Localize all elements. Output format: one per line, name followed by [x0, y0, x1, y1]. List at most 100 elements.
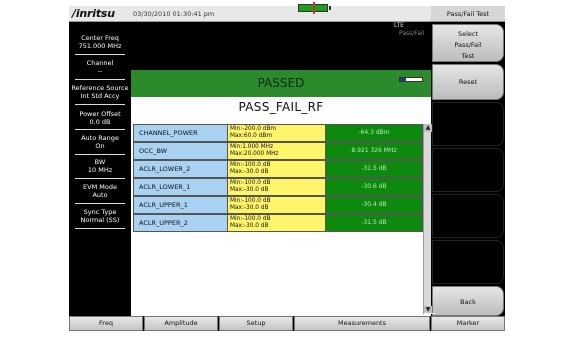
limits-cell: Min:-200.0 dBm Max:60.0 dBm: [228, 125, 326, 141]
param-label: Channel: [86, 59, 114, 67]
measured-value: -31.5 dB: [326, 161, 422, 177]
divider: [75, 104, 125, 105]
select-line-3: Test: [461, 52, 475, 60]
table-row[interactable]: ACLR_LOWER_2 Min:-100.0 dB Max:-30.0 dB …: [133, 160, 423, 178]
datetime: 03/30/2010 01:30:41 pm: [133, 10, 215, 18]
table-row[interactable]: ACLR_UPPER_1 Min:-100.0 dB Max:-30.0 dB …: [133, 196, 423, 214]
min-limit: Min:-200.0 dBm: [230, 125, 277, 132]
limits-cell: Min:1.000 MHz Max:20.000 MHz: [228, 143, 326, 159]
param-center-freq: Center Freq 751.000 MHz: [71, 34, 129, 50]
measured-value: -30.4 dB: [326, 197, 422, 213]
tab-marker[interactable]: Marker: [431, 316, 505, 331]
measured-value: -31.5 dB: [326, 215, 422, 231]
param-value: 10 MHz: [87, 166, 113, 174]
empty-softkey-2[interactable]: [432, 148, 504, 192]
reset-button[interactable]: Reset: [432, 64, 504, 100]
divider: [75, 228, 125, 229]
measured-value: 8.921 326 MHz: [326, 143, 422, 159]
select-line-2: Pass/Fail: [454, 41, 482, 49]
min-limit: Min:-100.0 dB: [230, 161, 271, 168]
param-channel: Channel --: [71, 59, 129, 75]
max-limit: Max:60.0 dBm: [230, 133, 272, 139]
max-limit: Max:-30.0 dB: [230, 187, 269, 193]
back-button[interactable]: Back: [432, 286, 504, 316]
measured-value: -64.3 dBm: [326, 125, 422, 141]
param-power-offset: Power Offset 0.0 dB: [71, 110, 129, 126]
param-label: Reference Source: [71, 84, 129, 92]
parameter-panel: Center Freq 751.000 MHz Channel -- Refer…: [69, 22, 131, 316]
softkey-panel: Pass/Fail Test Select Pass/Fail Test Res…: [431, 6, 505, 316]
brand-logo: /inritsu: [72, 7, 115, 20]
min-limit: Min:-100.0 dB: [230, 179, 271, 186]
menu-title: Pass/Fail Test: [431, 6, 505, 22]
min-limit: Min:-100.0 dB: [230, 215, 271, 222]
max-limit: Max:-30.0 dB: [230, 205, 269, 211]
param-reference-source: Reference Source Int Std Accy: [71, 84, 129, 100]
max-limit: Max:20.000 MHz: [230, 151, 279, 157]
measurement-name: OCC_BW: [134, 143, 228, 159]
table-row[interactable]: OCC_BW Min:1.000 MHz Max:20.000 MHz 8.92…: [133, 142, 423, 160]
charging-icon: [311, 2, 317, 14]
param-sync-type: Sync Type Normal (SS): [71, 208, 129, 224]
param-bw: BW 10 MHz: [71, 158, 129, 174]
divider: [75, 178, 125, 179]
table-scrollbar[interactable]: ▲ ▼: [423, 124, 432, 314]
max-limit: Max:-30.0 dB: [230, 223, 269, 229]
limits-cell: Min:-100.0 dB Max:-30.0 dB: [228, 197, 326, 213]
measured-value: -30.6 dB: [326, 179, 422, 195]
param-value: 751.000 MHz: [78, 42, 122, 50]
param-auto-range: Auto Range On: [71, 134, 129, 150]
min-limit: Min:-100.0 dB: [230, 197, 271, 204]
empty-softkey-4[interactable]: [432, 240, 504, 284]
divider: [75, 154, 125, 155]
sweep-indicator-icon: [399, 77, 423, 82]
test-name: PASS_FAIL_RF: [238, 100, 324, 114]
measurement-name: ACLR_LOWER_1: [134, 179, 228, 195]
param-label: Power Offset: [79, 110, 121, 118]
param-value: 0.0 dB: [89, 118, 111, 126]
title-bar: /inritsu 03/30/2010 01:30:41 pm: [69, 6, 431, 22]
divider: [75, 79, 125, 80]
param-value: Normal (SS): [80, 216, 120, 224]
measurement-name: ACLR_UPPER_2: [134, 215, 228, 231]
scroll-up-icon[interactable]: ▲: [424, 124, 432, 132]
results-area: PASS_FAIL_RF CHANNEL_POWER Min:-200.0 dB…: [131, 97, 432, 316]
tab-setup[interactable]: Setup: [219, 316, 293, 331]
param-value: On: [95, 142, 105, 150]
param-label: EVM Mode: [83, 183, 117, 191]
tab-amplitude[interactable]: Amplitude: [144, 316, 218, 331]
param-label: Center Freq: [81, 34, 119, 42]
divider: [75, 129, 125, 130]
param-value: Auto: [92, 191, 108, 199]
battery-tip: [329, 6, 331, 10]
status-text: PASSED: [257, 76, 305, 90]
measurement-name: CHANNEL_POWER: [134, 125, 228, 141]
param-value: Int Std Accy: [80, 92, 120, 100]
max-limit: Max:-30.0 dB: [230, 169, 269, 175]
empty-softkey-3[interactable]: [432, 194, 504, 238]
divider: [75, 54, 125, 55]
measurement-name: ACLR_UPPER_1: [134, 197, 228, 213]
param-label: Sync Type: [83, 208, 117, 216]
tab-freq[interactable]: Freq: [69, 316, 143, 331]
mode-label: LTE: [394, 22, 404, 29]
table-row[interactable]: ACLR_LOWER_1 Min:-100.0 dB Max:-30.0 dB …: [133, 178, 423, 196]
table-row[interactable]: ACLR_UPPER_2 Min:-100.0 dB Max:-30.0 dB …: [133, 214, 423, 232]
main-menu-bar: Freq Amplitude Setup Measurements Marker: [69, 316, 505, 331]
limits-cell: Min:-100.0 dB Max:-30.0 dB: [228, 215, 326, 231]
param-label: BW: [94, 158, 106, 166]
select-line-1: Select: [457, 30, 479, 38]
empty-softkey-1[interactable]: [432, 102, 504, 146]
limits-cell: Min:-100.0 dB Max:-30.0 dB: [228, 179, 326, 195]
param-label: Auto Range: [81, 134, 119, 142]
submode-label: Pass/Fail: [399, 30, 425, 37]
table-row[interactable]: CHANNEL_POWER Min:-200.0 dBm Max:60.0 dB…: [133, 124, 423, 142]
tab-measurements[interactable]: Measurements: [294, 316, 430, 331]
param-evm-mode: EVM Mode Auto: [71, 183, 129, 199]
measurement-name: ACLR_LOWER_2: [134, 161, 228, 177]
limits-cell: Min:-100.0 dB Max:-30.0 dB: [228, 161, 326, 177]
select-test-button[interactable]: Select Pass/Fail Test: [432, 24, 504, 62]
divider: [75, 203, 125, 204]
param-value: --: [97, 67, 103, 75]
status-bar: PASSED: [131, 70, 431, 97]
